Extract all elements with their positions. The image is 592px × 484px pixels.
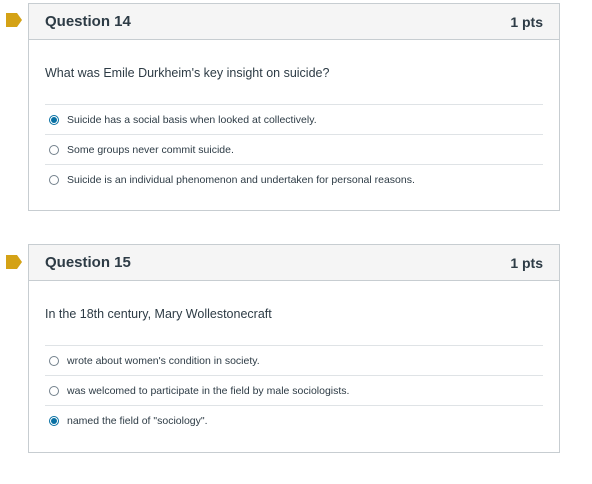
- answer-label[interactable]: Suicide is an individual phenomenon and …: [67, 174, 415, 186]
- question-text: What was Emile Durkheim's key insight on…: [45, 66, 330, 80]
- question-header: Question 15 1 pts: [29, 245, 559, 281]
- radio-unselected[interactable]: [49, 144, 59, 155]
- question-text: In the 18th century, Mary Wollestonecraf…: [45, 307, 272, 321]
- answer-label[interactable]: wrote about women's condition in society…: [67, 355, 260, 367]
- question-card-14: Question 14 1 pts What was Emile Durkhei…: [28, 3, 560, 211]
- flag-icon[interactable]: [6, 13, 22, 27]
- answer-option[interactable]: Some groups never commit suicide.: [45, 134, 543, 164]
- question-title: Question 14: [45, 13, 131, 30]
- radio-selected[interactable]: [49, 114, 59, 125]
- answer-option[interactable]: named the field of "sociology".: [45, 405, 543, 435]
- answer-label[interactable]: Some groups never commit suicide.: [67, 144, 234, 156]
- answer-label[interactable]: was welcomed to participate in the field…: [67, 385, 349, 397]
- answer-option[interactable]: Suicide has a social basis when looked a…: [45, 104, 543, 134]
- answer-option[interactable]: wrote about women's condition in society…: [45, 345, 543, 375]
- radio-unselected[interactable]: [49, 385, 59, 396]
- question-header: Question 14 1 pts: [29, 4, 559, 40]
- question-points: 1 pts: [510, 13, 543, 30]
- answer-list: Suicide has a social basis when looked a…: [45, 104, 543, 194]
- question-points: 1 pts: [510, 254, 543, 271]
- answer-option[interactable]: was welcomed to participate in the field…: [45, 375, 543, 405]
- radio-unselected[interactable]: [49, 355, 59, 366]
- answer-label[interactable]: Suicide has a social basis when looked a…: [67, 114, 317, 126]
- radio-unselected[interactable]: [49, 174, 59, 185]
- flag-icon[interactable]: [6, 255, 22, 269]
- question-card-15: Question 15 1 pts In the 18th century, M…: [28, 244, 560, 453]
- answer-label[interactable]: named the field of "sociology".: [67, 415, 208, 427]
- answer-list: wrote about women's condition in society…: [45, 345, 543, 435]
- answer-option[interactable]: Suicide is an individual phenomenon and …: [45, 164, 543, 194]
- question-title: Question 15: [45, 254, 131, 271]
- radio-selected[interactable]: [49, 415, 59, 426]
